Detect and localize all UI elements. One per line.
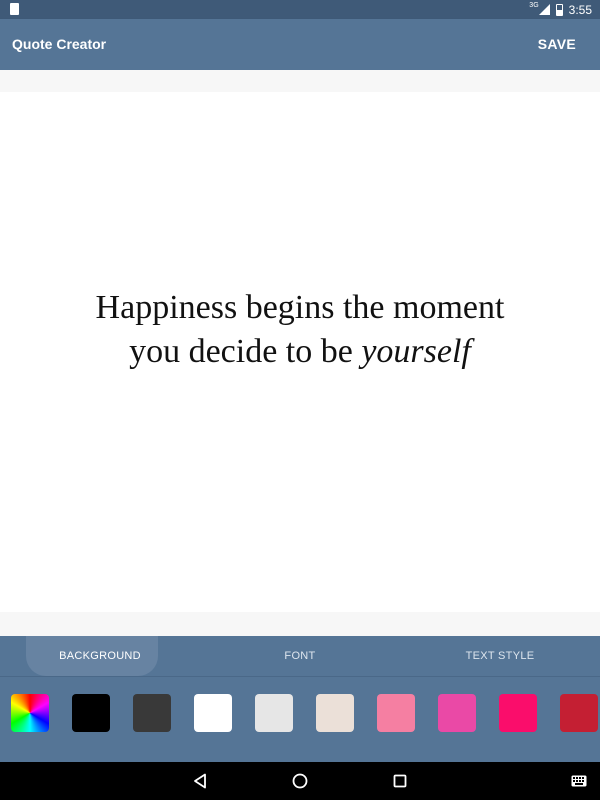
swatch-magenta-pink[interactable] <box>438 694 476 732</box>
app-bar: Quote Creator SAVE <box>0 19 600 70</box>
recent-apps-icon[interactable] <box>393 774 407 788</box>
status-time: 3:55 <box>568 2 592 17</box>
quote-emphasis: yourself <box>361 333 471 370</box>
quote-text[interactable]: Happiness begins the moment you decide t… <box>96 286 505 374</box>
sd-card-icon <box>10 3 19 15</box>
swatch-crimson[interactable] <box>560 694 598 732</box>
tab-font[interactable]: FONT <box>200 636 400 676</box>
quote-canvas[interactable]: Happiness begins the moment you decide t… <box>0 92 600 612</box>
tab-background[interactable]: BACKGROUND <box>0 636 200 676</box>
swatch-dark-gray[interactable] <box>133 694 171 732</box>
editor-tabs: BACKGROUND FONT TEXT STYLE <box>0 636 600 676</box>
battery-icon <box>555 3 563 16</box>
color-swatch-row <box>0 676 600 762</box>
tab-background-label: BACKGROUND <box>59 650 141 662</box>
tab-text-style-label: TEXT STYLE <box>465 650 535 662</box>
home-icon[interactable] <box>292 773 308 789</box>
save-button[interactable]: SAVE <box>538 36 576 52</box>
status-icons: 3G 3:55 <box>529 1 592 18</box>
status-bar: 3G 3:55 <box>0 0 600 19</box>
swatch-light-pink[interactable] <box>377 694 415 732</box>
signal-icon <box>538 4 550 15</box>
app-title: Quote Creator <box>12 36 107 52</box>
tab-text-style[interactable]: TEXT STYLE <box>400 636 600 676</box>
swatch-beige[interactable] <box>316 694 354 732</box>
quote-line-2-plain: you decide to be <box>129 333 362 370</box>
swatch-spectrum-picker[interactable] <box>11 694 49 732</box>
quote-canvas-area: Happiness begins the moment you decide t… <box>0 70 600 636</box>
swatch-hot-pink[interactable] <box>499 694 537 732</box>
network-type: 3G <box>529 2 539 9</box>
swatch-black[interactable] <box>72 694 110 732</box>
keyboard-icon[interactable] <box>571 775 587 787</box>
quote-line-1: Happiness begins the moment <box>95 289 505 326</box>
back-icon[interactable] <box>193 773 207 794</box>
tab-font-label: FONT <box>284 650 316 662</box>
navigation-bar <box>0 762 600 800</box>
quote-line-2: you decide to be yourself <box>96 330 505 374</box>
swatch-light-gray[interactable] <box>255 694 293 732</box>
swatch-white[interactable] <box>194 694 232 732</box>
